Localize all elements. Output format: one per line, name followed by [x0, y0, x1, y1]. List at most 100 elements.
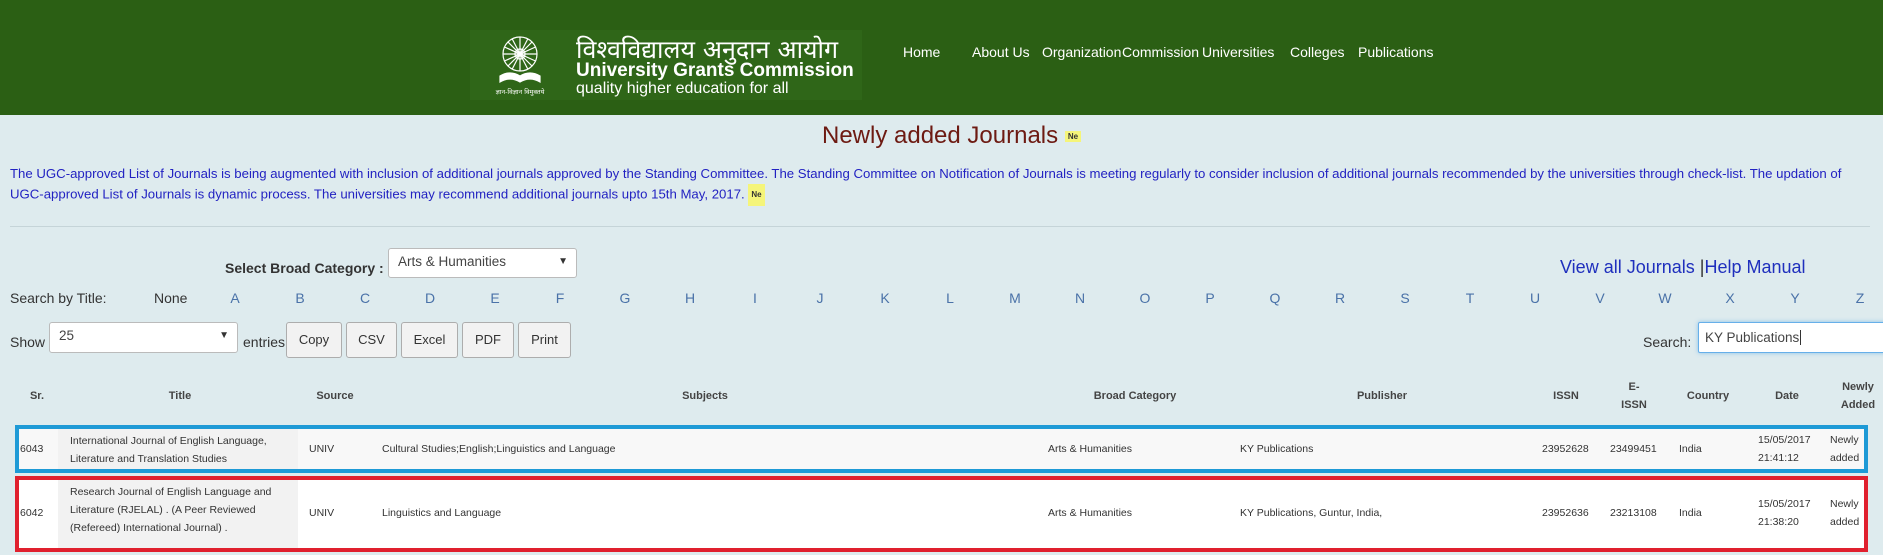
chevron-down-icon: ▼	[558, 256, 568, 267]
letter-filter-o[interactable]: O	[1135, 290, 1155, 306]
letter-filter-h[interactable]: H	[680, 290, 700, 306]
logo-english-text: University Grants Commission	[576, 60, 854, 81]
letter-filter-w[interactable]: W	[1655, 290, 1675, 306]
header-newly-line2: Added	[1840, 399, 1876, 411]
intro-text: The UGC-approved List of Journals is bei…	[10, 166, 1842, 202]
letter-filter-c[interactable]: C	[355, 290, 375, 306]
letter-filter-g[interactable]: G	[615, 290, 635, 306]
letter-filter-j[interactable]: J	[810, 290, 830, 306]
letter-filter-k[interactable]: K	[875, 290, 895, 306]
pdf-button[interactable]: PDF	[462, 322, 514, 358]
letter-filter-a[interactable]: A	[225, 290, 245, 306]
letter-filter-z[interactable]: Z	[1850, 290, 1870, 306]
letter-filter-x[interactable]: X	[1720, 290, 1740, 306]
letter-filter-p[interactable]: P	[1200, 290, 1220, 306]
nav-publications[interactable]: Publications	[1358, 44, 1434, 60]
letter-filter-t[interactable]: T	[1460, 290, 1480, 306]
letter-filter-m[interactable]: M	[1005, 290, 1025, 306]
letter-filter-r[interactable]: R	[1330, 290, 1350, 306]
emblem-caption: ज्ञान-विज्ञान विमुक्तये	[496, 88, 545, 96]
csv-button[interactable]: CSV	[346, 322, 397, 358]
table-row[interactable]: 6042 Research Journal of English Languag…	[15, 476, 1868, 552]
cell-publisher: KY Publications	[1240, 443, 1314, 455]
cell-eissn: 23499451	[1610, 443, 1657, 455]
cell-newly-line: Newly	[1830, 434, 1859, 446]
page-title-text: Newly added Journals	[822, 122, 1059, 149]
cell-sr: 6043	[20, 443, 44, 455]
letter-filter-n[interactable]: N	[1070, 290, 1090, 306]
page-title: Newly added Journals Ne	[822, 122, 1082, 150]
help-manual-link[interactable]: Help Manual	[1704, 257, 1805, 277]
header-newly-line1: Newly	[1842, 381, 1874, 393]
letter-filter-f[interactable]: F	[550, 290, 570, 306]
search-input-value: KY Publications	[1705, 330, 1800, 345]
cell-title-line: International Journal of English Languag…	[70, 435, 267, 447]
cell-date: 15/05/2017 21:38:20	[1758, 495, 1811, 531]
header-title[interactable]: Title	[150, 387, 210, 405]
category-select[interactable]: Arts & Humanities ▼	[388, 248, 577, 278]
header-issn[interactable]: ISSN	[1546, 387, 1586, 405]
cell-eissn: 23213108	[1610, 507, 1657, 519]
cell-title-line: Literature (RJELAL) . (A Peer Reviewed	[70, 504, 256, 516]
cell-issn: 23952636	[1542, 507, 1589, 519]
new-badge: Ne	[1064, 131, 1082, 143]
copy-button[interactable]: Copy	[286, 322, 342, 358]
letter-filter-e[interactable]: E	[485, 290, 505, 306]
cell-title: Research Journal of English Language and…	[58, 480, 298, 548]
page-size-select[interactable]: 25 ▼	[49, 322, 238, 353]
show-label: Show	[10, 334, 46, 350]
nav-universities[interactable]: Universities	[1202, 44, 1274, 60]
nav-organization[interactable]: Organization	[1042, 44, 1121, 60]
cell-issn: 23952628	[1542, 443, 1589, 455]
cell-title: International Journal of English Languag…	[58, 429, 298, 469]
cell-date: 15/05/2017 21:41:12	[1758, 431, 1811, 467]
letter-filter-q[interactable]: Q	[1265, 290, 1285, 306]
letter-filter-b[interactable]: B	[290, 290, 310, 306]
cell-country: India	[1679, 443, 1702, 455]
excel-button[interactable]: Excel	[401, 322, 458, 358]
cell-newly-added: Newly added	[1830, 495, 1859, 531]
nav-colleges[interactable]: Colleges	[1290, 44, 1344, 60]
category-select-value: Arts & Humanities	[398, 254, 507, 269]
letter-filter-l[interactable]: L	[940, 290, 960, 306]
header-subjects[interactable]: Subjects	[665, 387, 745, 405]
print-button[interactable]: Print	[518, 322, 571, 358]
letter-filter-d[interactable]: D	[420, 290, 440, 306]
header-country[interactable]: Country	[1683, 387, 1733, 405]
cell-country: India	[1679, 507, 1702, 519]
letter-filter-y[interactable]: Y	[1785, 290, 1805, 306]
nav-home[interactable]: Home	[903, 44, 940, 60]
letter-filter-u[interactable]: U	[1525, 290, 1545, 306]
header-publisher[interactable]: Publisher	[1350, 387, 1414, 405]
header-eissn-line2: ISSN	[1621, 399, 1647, 411]
nav-commission[interactable]: Commission	[1122, 44, 1199, 60]
search-input[interactable]: KY Publications	[1698, 322, 1883, 353]
cell-date-line: 15/05/2017	[1758, 434, 1811, 446]
letter-filter-s[interactable]: S	[1395, 290, 1415, 306]
header-links: View all Journals |Help Manual	[1560, 257, 1806, 278]
nav-about-us[interactable]: About Us	[972, 44, 1030, 60]
header-eissn[interactable]: E- ISSN	[1616, 378, 1652, 414]
header-date[interactable]: Date	[1767, 387, 1807, 405]
cell-title-line: Research Journal of English Language and	[70, 486, 272, 498]
header-source[interactable]: Source	[310, 387, 360, 405]
cell-newly-line: Newly	[1830, 498, 1859, 510]
table-row[interactable]: 6043 International Journal of English La…	[15, 425, 1868, 473]
site-header: ज्ञान-विज्ञान विमुक्तये विश्वविद्यालय अन…	[0, 0, 1883, 115]
cell-broad-category: Arts & Humanities	[1048, 507, 1133, 519]
entries-label: entries	[243, 334, 286, 350]
cell-newly-line: added	[1830, 516, 1860, 528]
divider	[10, 226, 1870, 227]
view-all-journals-link[interactable]: View all Journals	[1560, 257, 1695, 277]
cell-newly-line: added	[1830, 452, 1860, 464]
title-filter-none[interactable]: None	[154, 290, 187, 306]
header-broad-category[interactable]: Broad Category	[1085, 387, 1185, 405]
ugc-logo[interactable]: ज्ञान-विज्ञान विमुक्तये विश्वविद्यालय अन…	[470, 30, 862, 100]
header-sr[interactable]: Sr.	[27, 387, 47, 405]
new-badge: Ne	[748, 184, 765, 206]
letter-filter-v[interactable]: V	[1590, 290, 1610, 306]
letter-filter-i[interactable]: I	[745, 290, 765, 306]
intro-paragraph: The UGC-approved List of Journals is bei…	[10, 164, 1870, 206]
cell-source: UNIV	[309, 507, 335, 519]
header-newly-added[interactable]: Newly Added	[1838, 378, 1878, 414]
